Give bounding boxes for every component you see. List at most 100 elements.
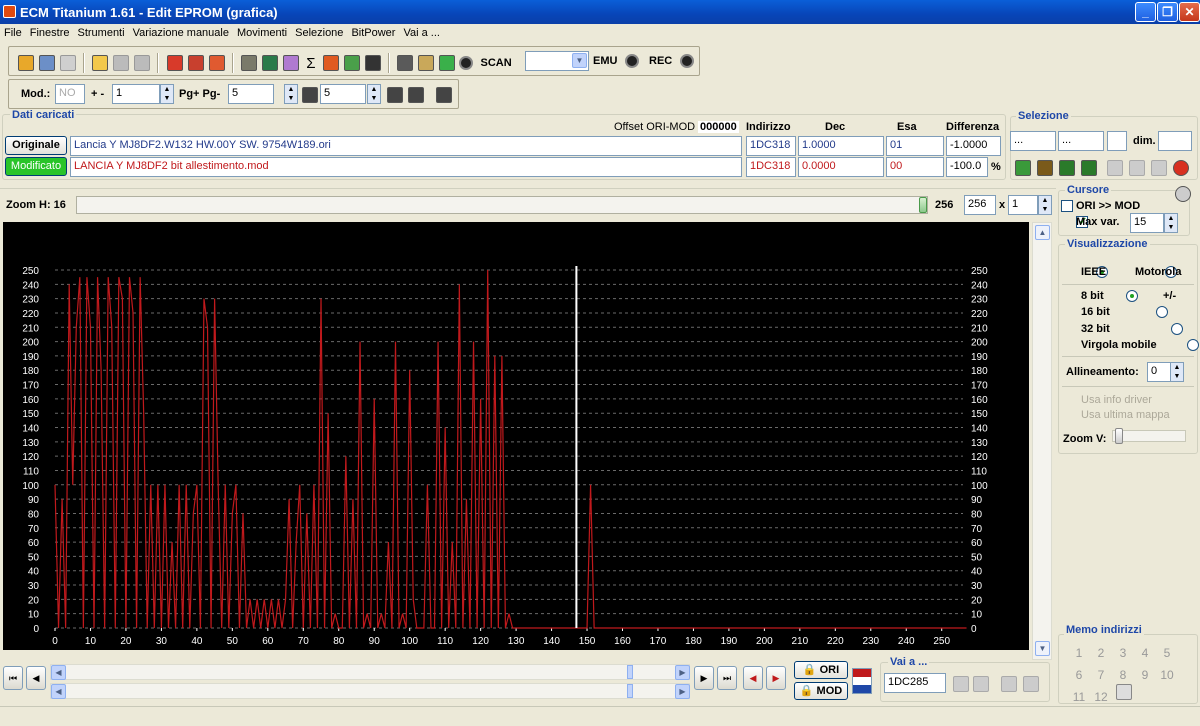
h-icon[interactable] (408, 87, 424, 103)
lock-icon[interactable] (418, 55, 435, 71)
runner-icon[interactable] (439, 55, 456, 71)
reset-icon[interactable] (1173, 160, 1189, 176)
go-end-icon[interactable] (973, 676, 989, 692)
scroll-down-icon[interactable]: ▼ (1035, 641, 1050, 656)
dim-input[interactable] (1158, 131, 1192, 151)
cursor-lock-icon[interactable] (1175, 186, 1191, 202)
open-folder-icon[interactable] (92, 55, 109, 71)
zoom-v-thumb[interactable] (1115, 428, 1123, 444)
go-forward-icon[interactable] (1023, 676, 1039, 692)
chevron-down-icon[interactable]: ▼ (572, 53, 587, 68)
last-button[interactable]: ⏭ (717, 666, 737, 690)
memo-slot[interactable]: 2 (1090, 643, 1112, 664)
selezione-to[interactable]: ... (1058, 131, 1104, 151)
memo-slot[interactable]: 10 (1156, 665, 1178, 686)
allineamento-input[interactable]: 0 (1147, 362, 1171, 382)
p-input[interactable]: 5 (320, 84, 366, 104)
calc-icon[interactable] (187, 55, 204, 71)
zoom-input[interactable]: 256 (964, 195, 996, 215)
rec-button[interactable] (680, 54, 694, 68)
select-end-icon[interactable] (1081, 160, 1097, 176)
memo-slot[interactable]: 1 (1068, 643, 1090, 664)
sigma-icon[interactable]: Σ (303, 55, 319, 72)
menu-item[interactable]: File (0, 24, 26, 39)
page-input[interactable]: 5 (228, 84, 274, 104)
table-icon[interactable] (344, 55, 361, 71)
memo-slot[interactable]: 7 (1090, 665, 1112, 686)
arrow-icon[interactable] (323, 55, 339, 71)
menu-item[interactable]: Variazione manuale (129, 24, 233, 39)
window-small-icon[interactable] (397, 55, 414, 71)
zoom-v-slider[interactable] (1112, 428, 1186, 444)
chart-area[interactable]: 0 0 10 10 20 20 30 30 40 40 50 50 60 60 70 70 80 80 90 90 10… (3, 222, 1029, 650)
memo-slot[interactable]: 8 (1112, 665, 1134, 686)
menu-item[interactable]: Vai a ... (399, 24, 443, 39)
paste-icon[interactable] (1129, 160, 1145, 176)
selezione-extra[interactable] (1107, 131, 1127, 151)
menu-item[interactable]: Strumenti (73, 24, 128, 39)
swap-icon[interactable] (852, 668, 872, 694)
window-icon[interactable] (60, 55, 77, 71)
modificato-button[interactable]: Modificato (5, 157, 67, 176)
ori-button[interactable]: 🔒 ORI (794, 661, 848, 679)
record-icon[interactable] (459, 56, 474, 70)
hscroll-ori[interactable]: ◀ ▶ (50, 664, 690, 680)
memo-slot[interactable]: 3 (1112, 643, 1134, 664)
print-icon[interactable] (240, 55, 257, 71)
hscroll-mod[interactable]: ◀ ▶ (50, 683, 690, 699)
compare-icon[interactable] (1151, 160, 1167, 176)
select-mid-icon[interactable] (1037, 160, 1053, 176)
save-icon[interactable] (113, 55, 130, 71)
m-icon[interactable] (387, 87, 403, 103)
zoom-mult-stepper[interactable]: ▲ ▼ (1038, 195, 1052, 215)
emu-button[interactable] (625, 54, 639, 68)
allineamento-stepper[interactable]: ▲ ▼ (1170, 362, 1184, 382)
close-button[interactable]: ✕ (1179, 2, 1200, 22)
selezione-from[interactable]: ... (1010, 131, 1056, 151)
copy-icon[interactable] (1107, 160, 1123, 176)
originale-dec[interactable]: 1.0000 (798, 136, 884, 156)
binoculars-icon[interactable] (365, 55, 382, 71)
scroll-up-icon[interactable]: ▲ (1035, 225, 1050, 240)
go-back-icon[interactable] (1001, 676, 1017, 692)
p-stepper[interactable]: ▲ ▼ (367, 84, 381, 104)
zoom-mult-input[interactable]: 1 (1008, 195, 1038, 215)
step-stepper[interactable]: ▲ ▼ (160, 84, 174, 104)
max-var-input[interactable]: 15 (1130, 213, 1164, 233)
max-var-stepper[interactable]: ▲ ▼ (1164, 213, 1178, 233)
vai-input[interactable]: 1DC285 (884, 673, 946, 693)
windows-icon[interactable] (39, 55, 56, 71)
zoom-h-thumb[interactable] (919, 197, 927, 213)
select-block-icon[interactable] (1059, 160, 1075, 176)
scroll-right-icon[interactable]: ▶ (675, 665, 690, 680)
memo-slot[interactable]: 11 (1068, 687, 1090, 708)
memo-slot[interactable]: 9 (1134, 665, 1156, 686)
originale-esa[interactable]: 01 (886, 136, 944, 156)
modificato-dec[interactable]: 0.0000 (798, 157, 884, 177)
save-as-icon[interactable] (134, 55, 151, 71)
chart-vscroll[interactable]: ▲ ▼ (1032, 222, 1052, 660)
mod-input[interactable]: NO (55, 84, 85, 104)
prev-button[interactable]: ◀ (26, 666, 46, 690)
scan-select[interactable]: ▼ (525, 51, 589, 71)
hscroll-ori-thumb[interactable] (627, 665, 633, 679)
next-button[interactable]: ▶ (694, 666, 714, 690)
modificato-esa[interactable]: 00 (886, 157, 944, 177)
minimize-button[interactable]: _ (1135, 2, 1156, 22)
calendar-icon[interactable] (208, 55, 225, 71)
step-input[interactable]: 1 (112, 84, 160, 104)
memo-save-icon[interactable] (1116, 684, 1132, 700)
check-icon[interactable] (166, 55, 183, 71)
menu-item[interactable]: Selezione (291, 24, 347, 39)
chip-icon[interactable] (261, 55, 278, 71)
originale-button[interactable]: Originale (5, 136, 67, 155)
memo-slot[interactable]: 12 (1090, 687, 1112, 708)
first-button[interactable]: ⏮ (3, 666, 23, 690)
ori-mod-checkbox[interactable] (1061, 200, 1073, 213)
select-start-icon[interactable] (1015, 160, 1031, 176)
memo-slot[interactable]: 6 (1068, 665, 1090, 686)
page-stepper[interactable]: ▲ ▼ (284, 84, 298, 104)
memo-slot[interactable]: 5 (1156, 643, 1178, 664)
next-diff-button[interactable]: ▶ (766, 666, 786, 690)
menu-item[interactable]: Movimenti (233, 24, 291, 39)
